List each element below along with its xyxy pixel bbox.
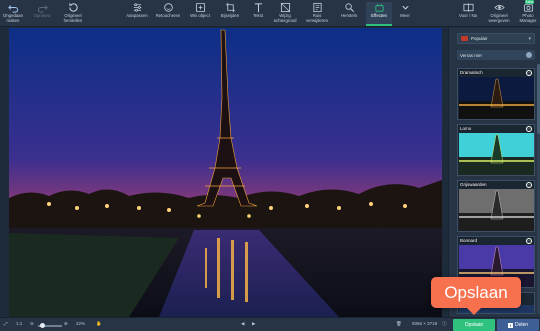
favorite-heart-icon[interactable]: ♡ — [526, 238, 532, 244]
undo-label: Ongedaan maken — [2, 13, 24, 23]
effect-card-lomo[interactable]: Lomo ♡ — [457, 124, 535, 176]
effect-thumbnail — [459, 133, 534, 175]
save-button[interactable]: Opslaan — [453, 319, 495, 331]
redo-button[interactable]: Opnieuw — [31, 2, 53, 26]
previous-image-icon[interactable]: ◀ — [241, 321, 244, 327]
effect-name: Grijswaarden — [460, 182, 487, 187]
effects-icon — [374, 3, 384, 12]
undo-icon — [7, 5, 18, 13]
crop-icon — [225, 2, 235, 13]
top-toolbar: Ongedaan maken Opnieuw Origineel herstel… — [0, 0, 540, 27]
before-after-label: Voor / Na — [459, 13, 477, 18]
favorite-heart-icon[interactable]: ♡ — [526, 126, 532, 132]
facebook-icon: f — [507, 322, 513, 328]
effect-collection-select[interactable]: Populair ▾ — [457, 33, 535, 44]
noise-removal-tool[interactable]: Ruis verwijderen — [304, 2, 330, 26]
fit-screen-icon[interactable]: ⤢ — [4, 321, 8, 326]
erase-object-tool[interactable]: Wis object — [187, 2, 213, 26]
effect-name: Lomo — [460, 126, 472, 131]
restore-label: Hersteln — [340, 13, 357, 18]
zoom-level: 22% — [76, 321, 86, 326]
retouch-label: Retoucheren — [155, 13, 181, 18]
crop-tool[interactable]: Bijsnijden — [218, 2, 242, 26]
text-icon — [254, 3, 262, 13]
show-original-button[interactable]: Origineel weergeven — [485, 2, 513, 26]
image-canvas[interactable] — [9, 28, 442, 317]
effect-card-dramatic[interactable]: Dramatisch ♡ — [457, 68, 535, 120]
image-dimensions: 5066 × 3719 — [412, 321, 438, 326]
new-badge: New — [525, 0, 535, 4]
redo-icon — [37, 5, 48, 13]
chevron-down-icon — [401, 5, 409, 10]
zoom-in-icon[interactable]: ⊕ — [64, 321, 68, 327]
surprise-me-button[interactable]: Verras me! — [457, 50, 535, 60]
restore-icon — [344, 3, 354, 12]
favorite-heart-icon[interactable]: ♡ — [526, 182, 532, 188]
effect-thumbnail — [459, 189, 534, 231]
restore-tool[interactable]: Hersteln — [335, 2, 363, 26]
adjust-tool[interactable]: Aanpassen — [124, 2, 150, 26]
save-label: Opslaan — [464, 322, 484, 328]
effect-thumbnail — [459, 77, 534, 119]
replace-background-label: Wijzig achtergrond — [273, 13, 297, 23]
more-tools-button[interactable]: Meer — [395, 2, 415, 26]
shuffle-icon — [526, 52, 532, 58]
hand-tool-icon[interactable]: ✋ — [96, 321, 102, 327]
noise-removal-label: Ruis verwijderen — [306, 13, 328, 23]
effects-tool[interactable]: Effecten — [366, 2, 392, 26]
retouch-face-icon — [163, 3, 173, 12]
bottom-bar: ⤢ 1:1 ⊖ ⊕ 22% ✋ ◀ ▶ 🗑 5066 × 3719 ⓘ Opsl… — [0, 317, 540, 331]
reset-original-button[interactable]: Origineel herstellen — [60, 2, 86, 26]
zoom-out-icon[interactable]: ⊖ — [30, 321, 34, 327]
effect-card-grayscale[interactable]: Grijswaarden ♡ — [457, 180, 535, 232]
text-label: Tekst — [252, 13, 264, 18]
photo-manager-button[interactable]: Photo Manager — [516, 2, 540, 26]
noise-removal-icon — [312, 2, 322, 13]
erase-object-icon — [195, 2, 205, 13]
chevron-down-icon: ▾ — [528, 35, 531, 42]
retouch-tool[interactable]: Retoucheren — [154, 2, 182, 26]
share-label: Delen — [514, 322, 529, 328]
replace-background-icon — [280, 2, 290, 13]
effect-name: Bonnard — [460, 238, 478, 243]
photo-manager-label: Photo Manager — [519, 13, 537, 23]
save-callout: Opslaan — [431, 277, 521, 315]
effects-panel: Populair ▾ Verras me! Dramatisch ♡ Lomo … — [448, 28, 540, 317]
redo-label: Opnieuw — [33, 13, 51, 18]
next-image-icon[interactable]: ▶ — [252, 321, 255, 327]
reset-icon — [68, 3, 78, 12]
compare-icon — [463, 3, 473, 12]
effect-name: Dramatisch — [460, 70, 483, 75]
reset-label: Origineel herstellen — [63, 13, 83, 23]
effects-label: Effecten — [371, 13, 387, 18]
collection-label: Populair — [471, 36, 488, 41]
eye-icon — [493, 5, 505, 10]
more-tools-label: Meer — [400, 13, 410, 18]
adjust-label: Aanpassen — [126, 13, 148, 18]
replace-background-tool[interactable]: Wijzig achtergrond — [271, 2, 299, 26]
show-original-label: Origineel weergeven — [488, 13, 510, 23]
undo-button[interactable]: Ongedaan maken — [2, 2, 24, 26]
erase-object-label: Wis object — [190, 13, 210, 18]
eiffel-tower-photo — [9, 28, 442, 317]
surprise-me-label: Verras me! — [460, 52, 482, 58]
save-callout-text: Opslaan — [444, 282, 508, 302]
collection-swatch-icon — [461, 36, 468, 41]
favorite-heart-icon[interactable]: ♡ — [526, 70, 532, 76]
trash-icon[interactable]: 🗑 — [396, 321, 402, 327]
text-tool[interactable]: Tekst — [248, 2, 268, 26]
actual-size-button[interactable]: 1:1 — [16, 321, 22, 326]
share-button[interactable]: f Delen — [497, 319, 539, 331]
sliders-icon — [133, 3, 141, 12]
zoom-slider-knob[interactable] — [40, 323, 45, 328]
crop-label: Bijsnijden — [220, 13, 240, 18]
info-icon[interactable]: ⓘ — [442, 321, 447, 327]
before-after-button[interactable]: Voor / Na — [456, 2, 480, 26]
